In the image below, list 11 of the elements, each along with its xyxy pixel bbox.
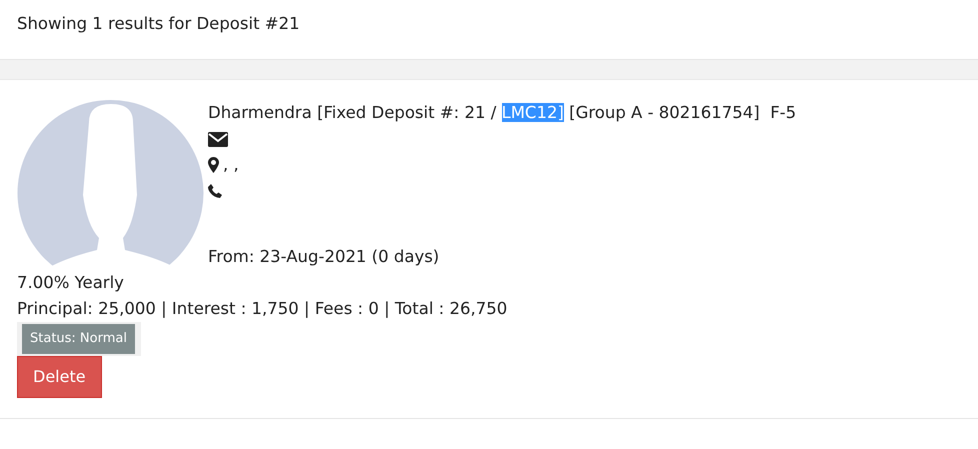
location-pin-icon (208, 157, 219, 173)
phone-icon (208, 184, 222, 198)
deposit-title: Dharmendra [Fixed Deposit #: 21 / LMC12] [Group A - 802161754] F-5 (208, 102, 796, 124)
results-heading: Showing 1 results for Deposit #21 (17, 14, 300, 33)
delete-button[interactable]: Delete (17, 356, 102, 398)
interest-rate-text: 7.00% Yearly (17, 272, 125, 294)
amounts-text: Principal: 25,000 | Interest : 1,750 | Fees : 0 | Total : 26,750 (17, 298, 508, 320)
envelope-icon (208, 132, 228, 147)
status-label: Status: Normal (22, 324, 135, 354)
address-text: , , (223, 154, 239, 176)
from-date-text: From: 23-Aug-2021 (0 days) (208, 246, 440, 268)
